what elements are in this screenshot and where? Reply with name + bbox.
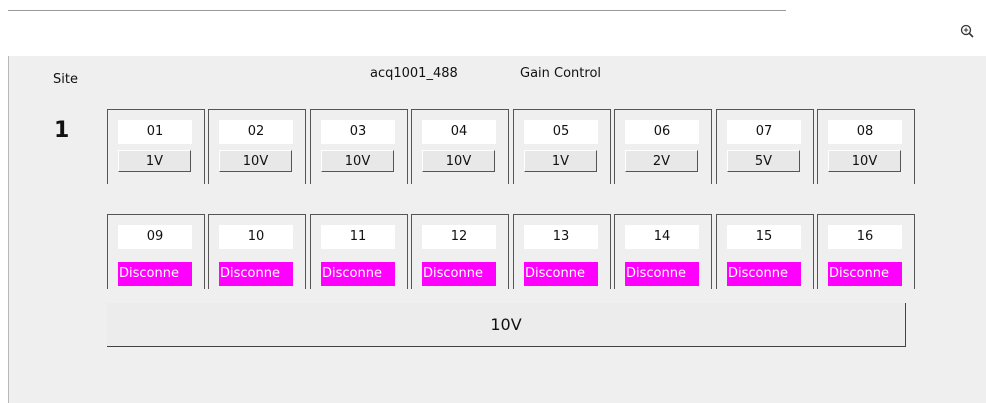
gain-button[interactable]: 1V (524, 150, 597, 172)
gain-button[interactable]: 10V (321, 150, 394, 172)
disconnected-status: Disconne (524, 262, 598, 286)
channel-box: 15 Disconne (716, 214, 814, 289)
disconnected-status: Disconne (828, 262, 902, 286)
gain-button[interactable]: 5V (727, 150, 800, 172)
disconnected-status: Disconne (321, 262, 395, 286)
channel-box: 11 Disconne (310, 214, 408, 289)
top-divider (8, 10, 786, 11)
panel-title: Gain Control (520, 66, 602, 81)
channel-number: 02 (219, 120, 293, 144)
channel-number: 15 (727, 225, 801, 249)
channel-box: 06 2V (614, 109, 712, 184)
site-number: 1 (54, 118, 70, 143)
channel-number: 11 (321, 225, 395, 249)
channel-box: 14 Disconne (614, 214, 712, 289)
channel-number: 06 (625, 120, 699, 144)
channel-box: 01 1V (107, 109, 205, 184)
gain-button[interactable]: 10V (219, 150, 292, 172)
channel-number: 12 (422, 225, 496, 249)
disconnected-status: Disconne (219, 262, 293, 286)
zoom-in-icon[interactable] (960, 24, 974, 38)
disconnected-status: Disconne (422, 262, 496, 286)
channel-box: 08 10V (817, 109, 915, 184)
channel-box: 16 Disconne (817, 214, 915, 289)
channel-box: 03 10V (310, 109, 408, 184)
channel-box: 04 10V (411, 109, 509, 184)
gain-button[interactable]: 2V (625, 150, 698, 172)
gain-button[interactable]: 1V (118, 150, 191, 172)
disconnected-status: Disconne (727, 262, 801, 286)
channel-number: 10 (219, 225, 293, 249)
gain-control-panel: Site 1 acq1001_488 Gain Control 01 1V 02… (8, 56, 986, 403)
channel-number: 08 (828, 120, 902, 144)
channel-number: 07 (727, 120, 801, 144)
gain-button[interactable]: 10V (828, 150, 901, 172)
channel-number: 14 (625, 225, 699, 249)
channel-number: 16 (828, 225, 902, 249)
disconnected-status: Disconne (118, 262, 192, 286)
channel-box: 09 Disconne (107, 214, 205, 289)
channel-number: 04 (422, 120, 496, 144)
disconnected-status: Disconne (625, 262, 699, 286)
channel-box: 07 5V (716, 109, 814, 184)
set-all-gain-button[interactable]: 10V (107, 303, 906, 347)
channel-number: 13 (524, 225, 598, 249)
channel-number: 09 (118, 225, 192, 249)
gain-button[interactable]: 10V (422, 150, 495, 172)
channel-box: 10 Disconne (208, 214, 306, 289)
channel-box: 05 1V (513, 109, 611, 184)
channel-number: 03 (321, 120, 395, 144)
channel-box: 13 Disconne (513, 214, 611, 289)
channel-number: 05 (524, 120, 598, 144)
site-label: Site (53, 72, 78, 87)
channel-number: 01 (118, 120, 192, 144)
device-name: acq1001_488 (370, 66, 458, 81)
channel-box: 02 10V (208, 109, 306, 184)
channel-box: 12 Disconne (411, 214, 509, 289)
